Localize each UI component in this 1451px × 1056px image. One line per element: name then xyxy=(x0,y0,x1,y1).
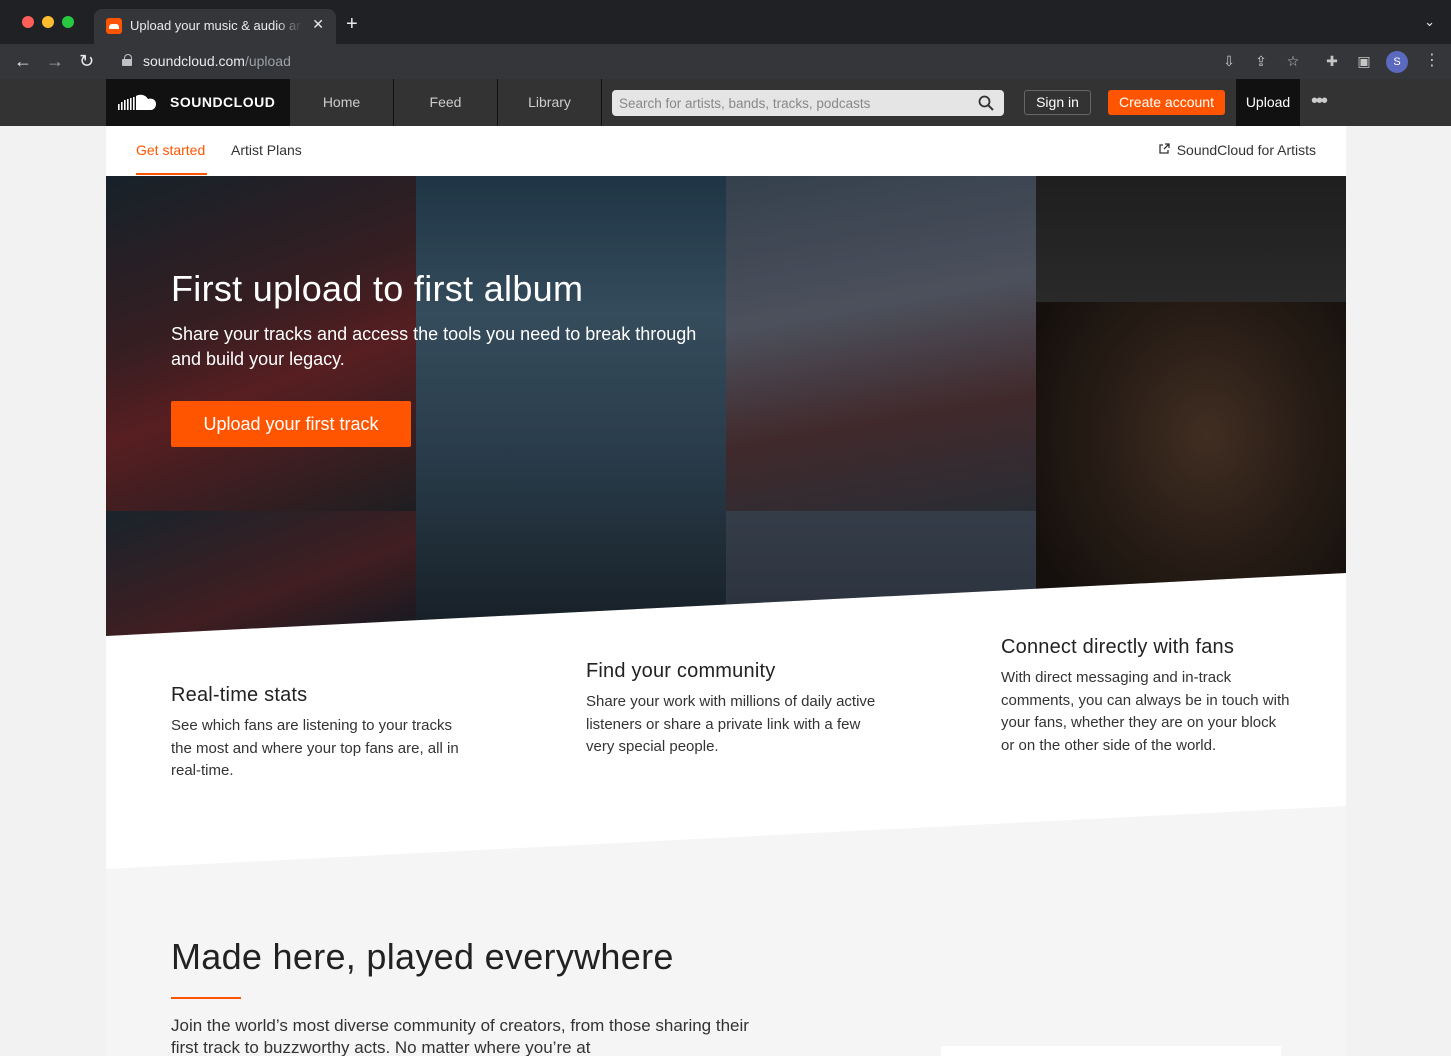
logo-wordmark: SOUNDCLOUD xyxy=(170,94,276,110)
forward-arrow-icon[interactable]: → xyxy=(46,50,64,72)
feature-text: Share your work with millions of daily a… xyxy=(586,693,876,755)
section-accent-bar xyxy=(171,997,241,999)
section-text: Join the world’s most diverse community … xyxy=(171,1016,749,1056)
tab-get-started[interactable]: Get started xyxy=(136,142,205,158)
site-header: SOUNDCLOUD Home Feed Library Sign in Cre… xyxy=(0,79,1451,126)
profile-avatar[interactable]: S xyxy=(1386,51,1408,73)
feature-title: Real-time stats xyxy=(171,684,308,706)
window-close-button[interactable] xyxy=(22,16,34,28)
extensions-puzzle-icon[interactable]: ✚ xyxy=(1324,53,1340,69)
nav-library[interactable]: Library xyxy=(498,79,602,126)
external-link-icon xyxy=(1159,143,1170,154)
browser-tab[interactable]: Upload your music & audio and share it w… xyxy=(94,9,336,44)
feature-connect-fans: Connect directly with fans With direct m… xyxy=(1001,636,1291,757)
search-input[interactable] xyxy=(612,90,972,116)
hero-title: First upload to first album xyxy=(171,268,584,309)
browser-menu-icon[interactable]: ⋮ xyxy=(1424,52,1440,70)
main-content: Get started Artist Plans SoundCloud for … xyxy=(106,126,1346,1056)
feature-text: See which fans are listening to your tra… xyxy=(171,717,459,779)
tab-title: Upload your music & audio and share it w… xyxy=(130,18,302,33)
made-here-section: Made here, played everywhere Join the wo… xyxy=(106,806,1346,1056)
tab-artist-plans[interactable]: Artist Plans xyxy=(231,142,302,158)
tab-close-icon[interactable]: ✕ xyxy=(312,16,324,33)
new-tab-button[interactable]: + xyxy=(346,14,358,34)
more-options-icon[interactable]: ••• xyxy=(1311,91,1328,111)
reload-icon[interactable]: ↻ xyxy=(79,50,94,72)
soundcloud-favicon-icon xyxy=(106,18,122,34)
url-path: /upload xyxy=(244,53,291,69)
soundcloud-logo[interactable]: SOUNDCLOUD xyxy=(106,79,290,126)
share-icon[interactable]: ⇪ xyxy=(1253,53,1269,69)
search-box xyxy=(612,90,1004,116)
feature-title: Find your community xyxy=(586,660,776,682)
browser-toolbar: ← → ↻ soundcloud.com/upload ⇩ ⇪ ☆ ✚ ▣ S … xyxy=(0,44,1451,79)
feature-real-time-stats: Real-time stats See which fans are liste… xyxy=(171,684,461,783)
artists-link-label: SoundCloud for Artists xyxy=(1176,142,1316,158)
upload-first-track-button[interactable]: Upload your first track xyxy=(171,401,411,447)
section-title: Made here, played everywhere xyxy=(171,936,674,977)
tab-search-chevron-icon[interactable]: ⌄ xyxy=(1424,14,1435,30)
nav-feed[interactable]: Feed xyxy=(394,79,498,126)
search-icon[interactable] xyxy=(978,95,994,111)
feature-text: With direct messaging and in-track comme… xyxy=(1001,669,1290,754)
bookmark-star-icon[interactable]: ☆ xyxy=(1285,53,1301,69)
window-minimize-button[interactable] xyxy=(42,16,54,28)
feature-find-community: Find your community Share your work with… xyxy=(586,660,876,759)
active-tab-indicator xyxy=(136,173,207,175)
lock-icon xyxy=(122,54,132,66)
hero-banner: First upload to first album Share your t… xyxy=(106,176,1346,636)
soundcloud-for-artists-link[interactable]: SoundCloud for Artists xyxy=(1159,142,1316,158)
sign-in-button[interactable]: Sign in xyxy=(1024,90,1091,115)
address-bar[interactable]: soundcloud.com/upload xyxy=(108,48,1308,75)
nav-upload[interactable]: Upload xyxy=(1236,79,1300,126)
install-app-icon[interactable]: ⇩ xyxy=(1221,53,1237,69)
sub-navigation: Get started Artist Plans SoundCloud for … xyxy=(106,126,1346,176)
hero-subtitle: Share your tracks and access the tools y… xyxy=(171,324,697,369)
side-panel-icon[interactable]: ▣ xyxy=(1356,53,1372,69)
back-arrow-icon[interactable]: ← xyxy=(14,50,32,72)
nav-home[interactable]: Home xyxy=(290,79,394,126)
feature-title: Connect directly with fans xyxy=(1001,636,1235,658)
window-zoom-button[interactable] xyxy=(62,16,74,28)
soundcloud-cloud-icon xyxy=(118,94,156,110)
create-account-button[interactable]: Create account xyxy=(1108,90,1225,115)
url-host: soundcloud.com xyxy=(143,53,245,69)
url-text: soundcloud.com/upload xyxy=(143,53,291,69)
browser-tab-bar: Upload your music & audio and share it w… xyxy=(0,0,1451,44)
section-card xyxy=(941,1046,1281,1056)
